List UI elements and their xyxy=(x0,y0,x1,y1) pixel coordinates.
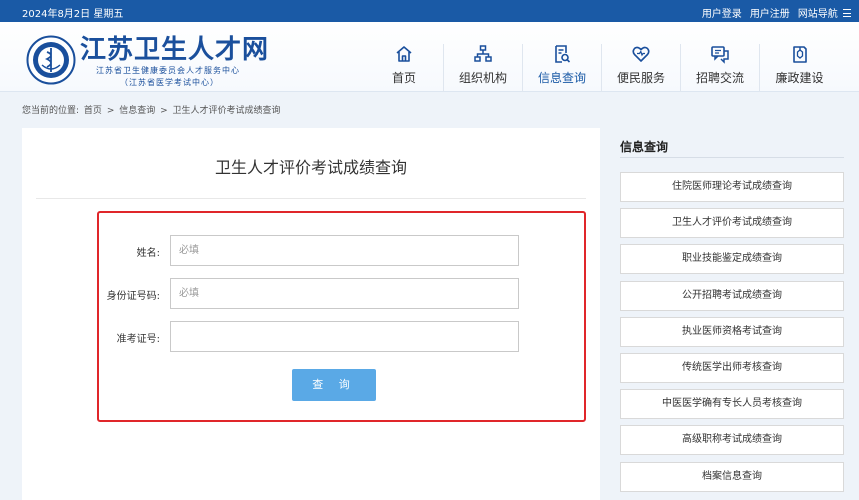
nav-item-org[interactable]: 组织机构 xyxy=(444,44,523,92)
name-input[interactable] xyxy=(170,235,519,266)
sidebar-link[interactable]: 卫生人才评价考试成绩查询 xyxy=(620,208,844,239)
query-panel: 卫生人才评价考试成绩查询 姓名: 身份证号码: 准考证号: 查 询 xyxy=(22,128,600,500)
breadcrumb-current: 卫生人才评价考试成绩查询 xyxy=(172,106,281,116)
sidebar-link[interactable]: 中医医学确有专长人员考核查询 xyxy=(620,389,844,420)
top-bar: 2024年8月2日 星期五 用户登录 用户注册 网站导航 xyxy=(0,0,859,22)
sidebar-link[interactable]: 传统医学出师考核查询 xyxy=(620,352,844,383)
breadcrumb-sep: > xyxy=(160,106,168,116)
brand-block: 江苏卫生人才网 江苏省卫生健康委员会人才服务中心 （江苏省医学考试中心） xyxy=(80,36,269,88)
sidebar-link[interactable]: 高级职称考试成绩查询 xyxy=(620,425,844,456)
nav-label: 组织机构 xyxy=(458,71,507,85)
nav-label: 廉政建设 xyxy=(775,71,824,85)
title-divider xyxy=(36,198,586,199)
sidebar-link[interactable]: 档案信息查询 xyxy=(620,461,844,492)
sitemap-link[interactable]: 网站导航 xyxy=(798,5,851,20)
site-header: 江苏卫生人才网 江苏省卫生健康委员会人才服务中心 （江苏省医学考试中心） 首页 … xyxy=(0,22,859,92)
heart-icon xyxy=(632,46,650,62)
search-doc-icon xyxy=(555,45,571,63)
site-subtitle: 江苏省卫生健康委员会人才服务中心 xyxy=(96,66,240,75)
nav-item-info-query[interactable]: 信息查询 xyxy=(523,44,602,92)
site-logo[interactable] xyxy=(26,35,76,85)
query-form: 姓名: 身份证号码: 准考证号: 查 询 xyxy=(97,211,586,422)
nav-item-home[interactable]: 首页 xyxy=(365,44,444,92)
sidebar-links: 住院医师理论考试成绩查询 卫生人才评价考试成绩查询 职业技能鉴定成绩查询 公开招… xyxy=(620,172,844,492)
current-date: 2024年8月2日 星期五 xyxy=(22,9,124,20)
breadcrumb-section[interactable]: 信息查询 xyxy=(119,106,155,116)
chat-icon xyxy=(711,46,729,64)
top-links: 用户登录 用户注册 网站导航 xyxy=(702,5,851,20)
page-title: 卫生人才评价考试成绩查询 xyxy=(214,158,407,177)
id-label: 身份证号码: xyxy=(106,291,160,302)
menu-icon xyxy=(843,9,851,17)
sidebar: 信息查询 住院医师理论考试成绩查询 卫生人才评价考试成绩查询 职业技能鉴定成绩查… xyxy=(620,138,844,498)
shield-icon xyxy=(792,46,807,63)
register-link[interactable]: 用户注册 xyxy=(750,5,790,20)
name-row: 姓名: xyxy=(99,235,584,266)
id-row: 身份证号码: xyxy=(99,278,584,309)
site-title: 江苏卫生人才网 xyxy=(80,35,270,65)
sidebar-link[interactable]: 职业技能鉴定成绩查询 xyxy=(620,244,844,275)
sidebar-link[interactable]: 执业医师资格考试查询 xyxy=(620,316,844,347)
ticket-number-input[interactable] xyxy=(170,321,519,352)
nav-label: 招聘交流 xyxy=(695,71,744,85)
nav-item-integrity[interactable]: 廉政建设 xyxy=(760,44,839,92)
sidebar-link[interactable]: 住院医师理论考试成绩查询 xyxy=(620,172,844,202)
breadcrumb-sep: > xyxy=(106,106,115,116)
sidebar-link[interactable]: 公开招聘考试成绩查询 xyxy=(620,280,844,311)
ticket-label: 准考证号: xyxy=(116,334,160,345)
home-icon xyxy=(396,46,412,62)
org-chart-icon xyxy=(474,45,492,62)
ticket-row: 准考证号: xyxy=(99,321,584,352)
name-label: 姓名: xyxy=(136,248,160,259)
query-button[interactable]: 查 询 xyxy=(292,369,376,401)
breadcrumb: 您当前的位置: 首页 > 信息查询 > 卫生人才评价考试成绩查询 xyxy=(22,103,283,116)
nav-label: 首页 xyxy=(391,71,416,85)
nav-label: 便民服务 xyxy=(616,71,665,85)
sitemap-label: 网站导航 xyxy=(797,9,838,20)
nav-item-recruit[interactable]: 招聘交流 xyxy=(681,44,760,92)
site-subtitle-2: （江苏省医学考试中心） xyxy=(120,78,219,87)
sidebar-title: 信息查询 xyxy=(620,138,844,158)
breadcrumb-prefix: 您当前的位置: xyxy=(22,106,80,116)
main-nav: 首页 组织机构 信息查询 便民服务 招聘交流 廉政建设 xyxy=(365,44,839,92)
nav-item-service[interactable]: 便民服务 xyxy=(602,44,681,92)
breadcrumb-home[interactable]: 首页 xyxy=(84,106,102,116)
nav-label: 信息查询 xyxy=(537,71,586,85)
id-number-input[interactable] xyxy=(170,278,519,309)
login-link[interactable]: 用户登录 xyxy=(702,5,742,20)
